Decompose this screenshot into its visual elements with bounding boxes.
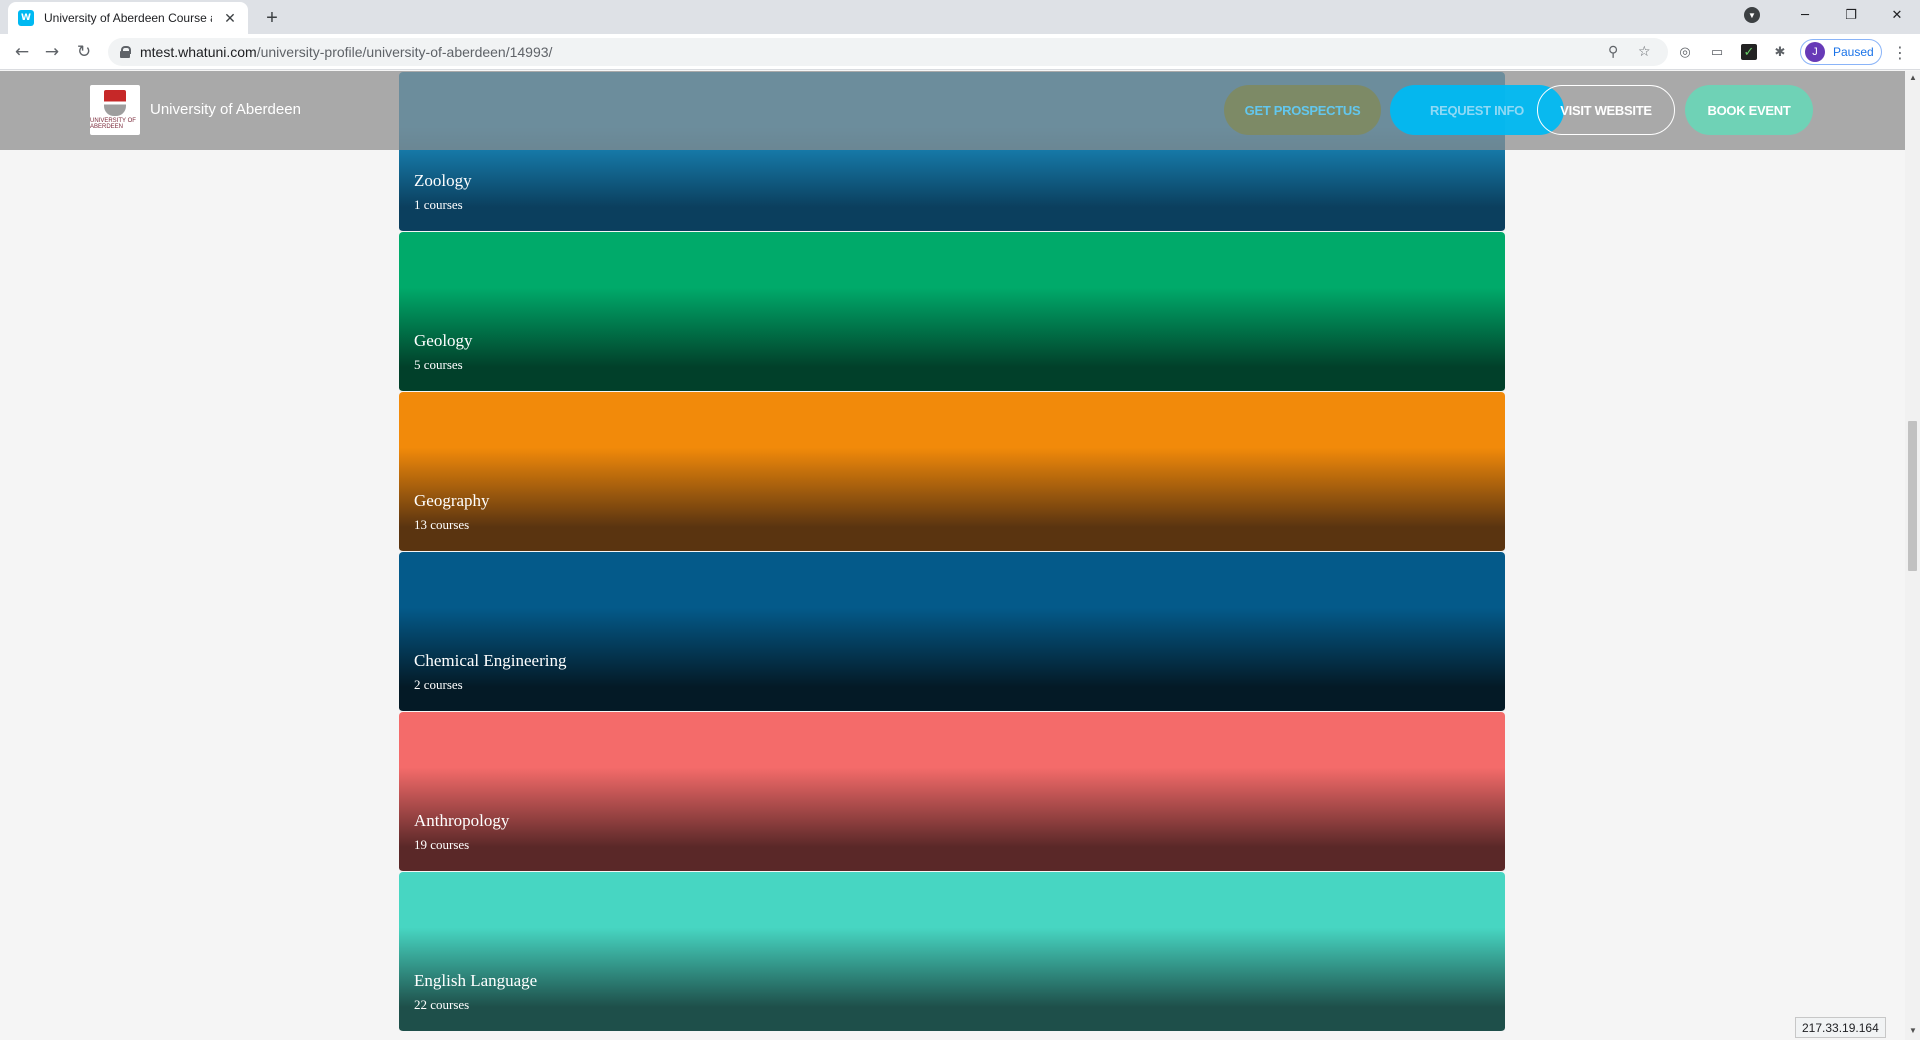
- scroll-down-icon[interactable]: ▼: [1909, 1026, 1917, 1035]
- subject-card[interactable]: Anthropology 19 courses: [399, 712, 1505, 872]
- university-header: UNIVERSITY OF ABERDEEN University of Abe…: [0, 71, 1905, 150]
- subject-name: Geography: [414, 491, 490, 510]
- address-bar[interactable]: mtest.whatuni.com/university-profile/uni…: [108, 38, 1668, 66]
- university-logo[interactable]: UNIVERSITY OF ABERDEEN: [90, 85, 140, 135]
- crest-icon: [104, 90, 126, 116]
- close-window-icon[interactable]: ✕: [1874, 0, 1920, 30]
- subject-course-count: 2 courses: [414, 677, 463, 692]
- subject-card[interactable]: English Language 22 courses: [399, 872, 1505, 1032]
- subject-name: Chemical Engineering: [414, 651, 567, 670]
- book-event-button[interactable]: BOOK EVENT: [1685, 85, 1813, 135]
- subject-course-count: 5 courses: [414, 357, 463, 372]
- logo-text: UNIVERSITY OF ABERDEEN: [90, 118, 136, 130]
- browser-menu-icon[interactable]: ⋮: [1892, 43, 1908, 62]
- extension-check-icon[interactable]: ✓: [1741, 44, 1757, 60]
- profile-button[interactable]: J Paused: [1800, 39, 1882, 65]
- url-text: mtest.whatuni.com/university-profile/uni…: [140, 44, 553, 60]
- forward-icon[interactable]: →: [40, 40, 64, 64]
- bookmark-star-icon[interactable]: ☆: [1638, 44, 1651, 60]
- subject-card[interactable]: Chemical Engineering 2 courses: [399, 552, 1505, 712]
- subject-course-count: 13 courses: [414, 517, 470, 532]
- scroll-up-icon[interactable]: ▲: [1909, 73, 1917, 82]
- status-bubble: 217.33.19.164: [1795, 1017, 1886, 1038]
- reload-icon[interactable]: ↻: [72, 40, 96, 64]
- whatuni-favicon-icon: W: [18, 10, 34, 26]
- subject-name: English Language: [414, 971, 538, 990]
- back-icon[interactable]: ←: [10, 40, 34, 64]
- subject-course-count: 1 courses: [414, 197, 463, 212]
- extension-tool-icon[interactable]: ▭: [1709, 44, 1725, 60]
- restore-icon[interactable]: ❐: [1828, 0, 1874, 30]
- subject-card[interactable]: Geology 5 courses: [399, 232, 1505, 392]
- tab-title: University of Aberdeen Course and Univer…: [44, 11, 212, 25]
- browser-tab[interactable]: W University of Aberdeen Course and Univ…: [8, 2, 248, 34]
- subject-course-count: 19 courses: [414, 837, 470, 852]
- new-tab-icon[interactable]: +: [260, 6, 284, 30]
- minimize-icon[interactable]: ─: [1782, 0, 1828, 30]
- visit-website-button[interactable]: VISIT WEBSITE: [1537, 85, 1675, 135]
- university-name: University of Aberdeen: [150, 101, 301, 118]
- page-viewport: Zoology 1 courses Geology 5 courses Geog…: [0, 71, 1905, 1040]
- profile-status: Paused: [1833, 45, 1874, 59]
- tab-search-icon[interactable]: ▼: [1744, 7, 1760, 23]
- window-controls: ▼ ─ ❐ ✕: [1744, 0, 1920, 30]
- subject-course-count: 22 courses: [414, 997, 470, 1012]
- browser-tab-bar: W University of Aberdeen Course and Univ…: [0, 0, 1920, 34]
- close-tab-icon[interactable]: ✕: [222, 10, 238, 26]
- subject-name: Geology: [414, 331, 473, 350]
- extensions-puzzle-icon[interactable]: ✱: [1772, 44, 1788, 60]
- lock-icon[interactable]: [120, 46, 131, 58]
- get-prospectus-button[interactable]: GET PROSPECTUS: [1224, 85, 1381, 135]
- extension-chrome-icon[interactable]: ◎: [1677, 44, 1693, 60]
- scrollbar-thumb[interactable]: [1908, 421, 1917, 571]
- subject-card[interactable]: Geography 13 courses: [399, 392, 1505, 552]
- subject-name: Anthropology: [414, 811, 510, 830]
- subject-name: Zoology: [414, 171, 472, 190]
- page-scrollbar[interactable]: ▲ ▼: [1905, 71, 1920, 1040]
- subject-card-list: Zoology 1 courses Geology 5 courses Geog…: [399, 72, 1505, 1032]
- location-icon[interactable]: ⚲: [1608, 44, 1618, 60]
- browser-toolbar: ← → ↻ mtest.whatuni.com/university-profi…: [0, 34, 1920, 70]
- avatar: J: [1805, 42, 1825, 62]
